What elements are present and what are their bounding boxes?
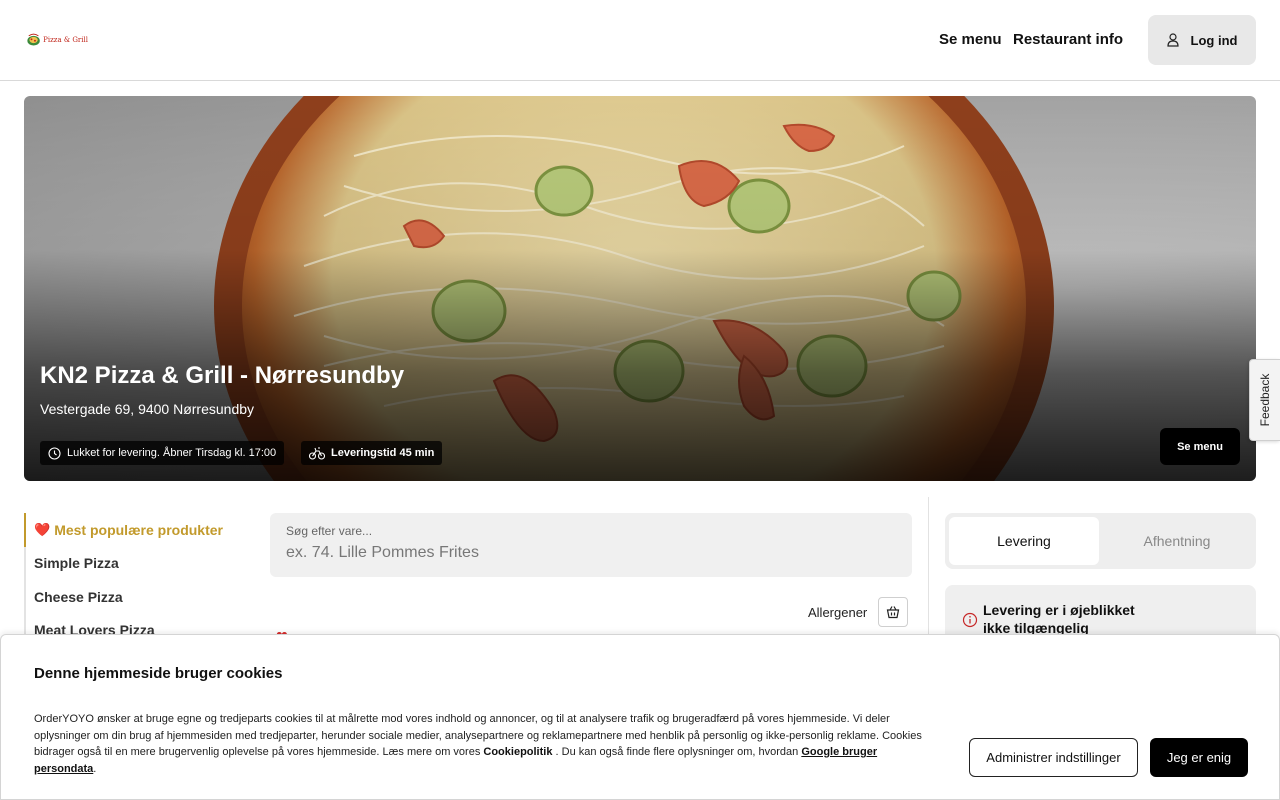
product-search: Søg efter vare... xyxy=(270,513,912,577)
cookie-text-part-3: . xyxy=(93,762,97,775)
allergens-button[interactable] xyxy=(878,597,908,627)
cookie-text-part-2: . Du kan også finde flere oplysninger om… xyxy=(552,746,802,758)
category-simple-pizza[interactable]: Simple Pizza xyxy=(24,546,234,580)
bike-icon xyxy=(309,447,325,460)
feedback-label: Feedback xyxy=(1258,373,1272,427)
logo-pizza-icon xyxy=(27,33,40,46)
opening-status-chip: Lukket for levering. Åbner Tirsdag kl. 1… xyxy=(40,441,285,465)
site-header: Pizza & Grill Se menu Restaurant info Lo… xyxy=(0,0,1280,81)
restaurant-name: KN2 Pizza & Grill - Nørresundby xyxy=(40,362,405,389)
order-type-toggle: Levering Afhentning xyxy=(945,513,1256,569)
cookie-banner: Denne hjemmeside bruger cookies OrderYOY… xyxy=(0,634,1280,800)
category-most-popular[interactable]: ❤️ Mest populære produkter xyxy=(24,513,234,547)
nav-restaurant-info[interactable]: Restaurant info xyxy=(1013,31,1123,48)
hero-gradient-overlay xyxy=(24,96,1256,481)
hero-banner: KN2 Pizza & Grill - Nørresundby Vesterga… xyxy=(24,96,1256,481)
hero-menu-button[interactable]: Se menu xyxy=(1160,428,1240,465)
opening-status-text: Lukket for levering. Åbner Tirsdag kl. 1… xyxy=(67,447,277,459)
cookie-title: Denne hjemmeside bruger cookies xyxy=(34,665,283,682)
user-icon xyxy=(1166,33,1179,47)
category-label: Mest populære produkter xyxy=(54,521,223,538)
manage-settings-button[interactable]: Administrer indstillinger xyxy=(969,738,1138,777)
feedback-tab[interactable]: Feedback xyxy=(1249,359,1280,441)
restaurant-logo[interactable]: Pizza & Grill xyxy=(26,28,88,52)
allergens-label: Allergener xyxy=(808,605,868,620)
notice-text: Levering er i øjeblikket ikke tilgængeli… xyxy=(983,602,1135,636)
logo-text: Pizza & Grill xyxy=(43,36,88,44)
nav-se-menu[interactable]: Se menu xyxy=(939,31,1002,48)
category-label: Cheese Pizza xyxy=(34,588,123,605)
info-icon xyxy=(962,612,978,628)
category-nav: ❤️ Mest populære produkter Simple Pizza … xyxy=(24,513,234,647)
category-cheese-pizza[interactable]: Cheese Pizza xyxy=(24,580,234,614)
search-input[interactable] xyxy=(286,541,886,565)
login-button[interactable]: Log ind xyxy=(1148,15,1256,65)
heart-icon: ❤️ xyxy=(34,521,51,537)
cookie-policy-link[interactable]: Cookiepolitik xyxy=(483,746,552,758)
delivery-time-chip: Leveringstid 45 min xyxy=(301,441,443,465)
accept-cookies-button[interactable]: Jeg er enig xyxy=(1150,738,1248,777)
cookie-text: OrderYOYO ønsker at bruge egne og tredje… xyxy=(34,711,929,777)
login-label: Log ind xyxy=(1190,32,1238,48)
category-label: Simple Pizza xyxy=(34,555,119,572)
toggle-pickup[interactable]: Afhentning xyxy=(1102,517,1252,565)
restaurant-address: Vestergade 69, 9400 Nørresundby xyxy=(40,401,255,417)
clock-icon xyxy=(48,446,61,460)
toggle-delivery[interactable]: Levering xyxy=(949,517,1099,565)
delivery-time-text: Leveringstid 45 min xyxy=(331,447,435,459)
search-label: Søg efter vare... xyxy=(286,524,373,538)
allergen-basket-icon xyxy=(886,606,900,619)
column-divider xyxy=(928,497,929,637)
